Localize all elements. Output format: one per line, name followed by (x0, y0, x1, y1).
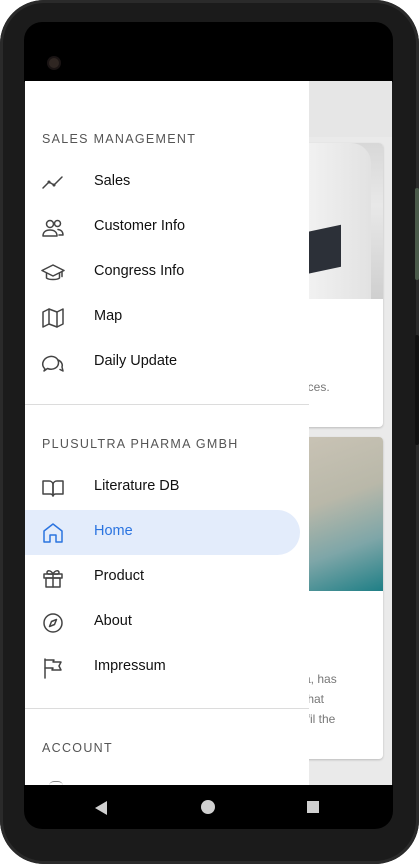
card-image (301, 143, 383, 299)
home-circle-icon[interactable] (201, 800, 215, 814)
compass-icon (41, 611, 65, 635)
recents-icon[interactable] (307, 801, 319, 813)
graduation-cap-icon (41, 261, 65, 285)
trending-up-icon (41, 171, 65, 195)
drawer-item-label: Literature DB (94, 478, 180, 494)
system-navigation-bar (24, 785, 393, 829)
drawer-item-home[interactable]: Home (25, 510, 300, 555)
drawer-item-daily-update[interactable]: Daily Update (25, 340, 300, 385)
drawer-item-about[interactable]: About (25, 600, 300, 645)
status-bar (24, 22, 393, 82)
drawer-item-customer-info[interactable]: Customer Info (25, 205, 300, 250)
app-toolbar (309, 81, 392, 137)
app-screen: t ices. a, has that lfil the SALES MANAG… (25, 81, 392, 785)
side-button (415, 335, 419, 445)
side-button (415, 188, 419, 280)
gift-icon (41, 566, 65, 590)
drawer-item-label: Customer Info (94, 218, 186, 234)
drawer-item-product[interactable]: Product (25, 555, 300, 600)
drawer-item-label: Congress Info (94, 263, 185, 279)
drawer-item-congress-info[interactable]: Congress Info (25, 250, 300, 295)
drawer-item-impressum[interactable]: Impressum (25, 645, 300, 690)
home-icon (41, 521, 65, 545)
drawer-item-label: Home (94, 523, 133, 539)
divider (25, 708, 309, 709)
content-card[interactable]: t ices. (301, 143, 383, 427)
map-icon (41, 306, 65, 330)
section-title-plusultra: PLUSULTRA PHARMA GMBH (42, 437, 239, 451)
navigation-drawer: SALES MANAGEMENT Sales Customer Info Con… (25, 81, 309, 785)
flag-icon (41, 656, 65, 680)
content-card[interactable]: a, has that lfil the (301, 437, 383, 759)
drawer-item-map[interactable]: Map (25, 295, 300, 340)
drawer-item-label: Daily Update (94, 353, 178, 369)
drawer-item-label: Product (94, 568, 144, 584)
drawer-item-label: About (94, 613, 132, 629)
section-title-sales-management: SALES MANAGEMENT (42, 132, 197, 146)
drawer-item-sales[interactable]: Sales (25, 160, 300, 205)
card-image (301, 437, 383, 591)
drawer-item-label: Sales (94, 173, 131, 189)
section-title-account: ACCOUNT (42, 741, 113, 755)
phone-frame: t ices. a, has that lfil the SALES MANAG… (0, 0, 419, 864)
divider (25, 404, 309, 405)
drawer-item-literature-db[interactable]: Literature DB (25, 465, 300, 510)
book-open-icon (41, 476, 65, 500)
camera-icon (49, 58, 59, 68)
chat-bubbles-icon (41, 351, 65, 375)
drawer-item-label: Impressum (94, 658, 166, 674)
back-icon[interactable] (94, 800, 108, 821)
users-icon (41, 216, 65, 240)
drawer-item-label: Map (94, 308, 123, 324)
